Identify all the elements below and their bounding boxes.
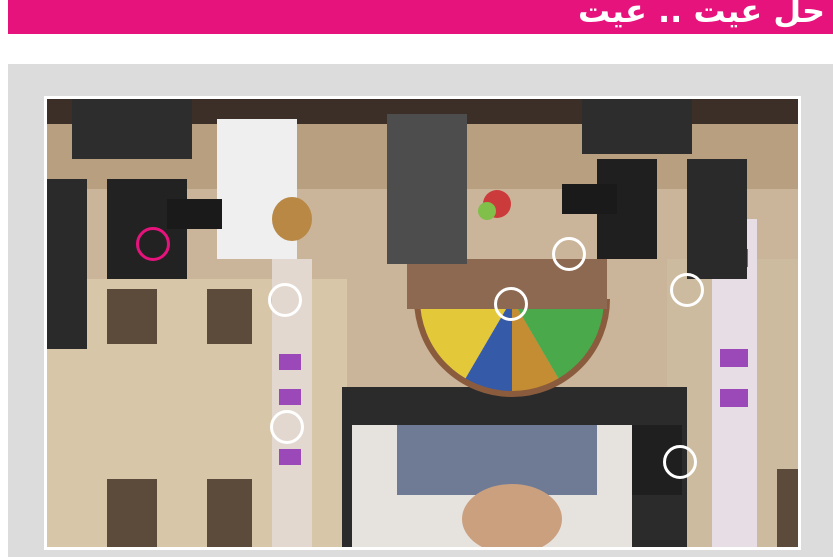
header-bar: حل عيت .. عيت [8, 0, 833, 34]
difference-marker[interactable] [136, 227, 170, 261]
stage-photo [44, 96, 801, 550]
difference-marker[interactable] [552, 237, 586, 271]
difference-marker[interactable] [670, 273, 704, 307]
difference-marker[interactable] [663, 445, 697, 479]
page-title: حل عيت .. عيت [578, 0, 825, 30]
stage-photo-icon [47, 99, 798, 547]
difference-marker[interactable] [268, 283, 302, 317]
difference-marker[interactable] [494, 287, 528, 321]
difference-marker[interactable] [270, 410, 304, 444]
